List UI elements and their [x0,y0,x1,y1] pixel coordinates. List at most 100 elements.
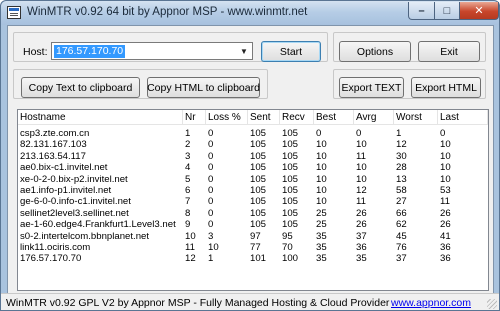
close-button[interactable]: ✕ [459,2,499,20]
table-cell: 45 [396,230,407,242]
table-row[interactable]: ae1.info-p1.invitel.net 6 0 105 105 10 12 58 53 [18,185,488,197]
maximize-button[interactable]: □ [434,2,460,20]
table-cell: 10 [316,150,327,162]
column-header[interactable]: Hostname [18,110,183,125]
table-row[interactable]: link11.ociris.com 11 10 77 70 35 36 76 36 [18,242,488,254]
table-cell: 213.163.54.117 [20,150,86,162]
table-cell: xe-0-2-0.bix-p2.invitel.net [20,173,128,185]
exit-button[interactable]: Exit [418,41,480,62]
table-cell: 105 [282,128,299,139]
table-cell: 58 [396,185,407,196]
copy-html-button[interactable]: Copy HTML to clipboard [147,77,260,98]
table-cell: 35 [316,242,327,253]
table-cell: 1 [208,253,214,265]
table-cell: 10 [356,139,367,151]
table-cell: 36 [356,242,367,253]
table-cell: 12 [185,253,196,265]
table-cell: 12 [356,185,367,196]
table-cell: 10 [440,173,451,185]
host-input-value[interactable]: 176.57.170.70 [54,45,126,58]
table-row[interactable]: xe-0-2-0.bix-p2.invitel.net 5 0 105 105 10 10 1… [18,174,488,186]
column-header[interactable]: Avrg [354,110,394,125]
table-cell: 105 [282,196,299,208]
table-row[interactable]: s0-2.intertelcom.bbnplanet.net 10 3 97 95 35 3… [18,231,488,243]
table-cell: 0 [208,196,214,208]
table-cell: 10 [316,185,327,196]
appnor-link[interactable]: www.appnor.com [391,297,471,309]
table-cell: 66 [396,207,407,219]
table-row[interactable]: 82.131.167.103 2 0 105 105 10 10 12 10 [18,139,488,151]
table-cell: 25 [316,207,327,219]
table-cell: 7 [185,196,191,208]
start-button[interactable]: Start [261,41,321,62]
host-combobox[interactable]: 176.57.170.70 ▼ [51,42,253,60]
table-cell: 26 [440,207,451,219]
column-header[interactable]: Last [438,110,488,125]
column-header[interactable]: Sent [248,110,280,125]
close-icon: ✕ [474,5,484,17]
table-cell: 10 [316,162,327,174]
table-row[interactable]: ae-1-60.edge4.Frankfurt1.Level3.net 9 0 105… [18,219,488,231]
options-button[interactable]: Options [339,41,411,62]
minimize-button[interactable]: – [408,2,435,20]
table-cell: 13 [396,173,407,185]
table-cell: 105 [282,173,299,185]
table-cell: 6 [185,185,191,196]
table-cell: 62 [396,219,407,231]
table-cell: 10 [316,196,327,208]
table-row[interactable]: sellinet2level3.sellinet.net 8 0 105 105 25 26… [18,208,488,220]
table-cell: ae1.info-p1.invitel.net [20,185,112,196]
table-cell: s0-2.intertelcom.bbnplanet.net [20,230,150,242]
table-cell: 105 [282,185,299,196]
table-cell: 30 [396,150,407,162]
table-row[interactable]: 213.163.54.117 3 0 105 105 10 11 30 10 [18,151,488,163]
title-bar[interactable]: WinMTR v0.92 64 bit by Appnor MSP - www.… [1,1,499,25]
export-html-button[interactable]: Export HTML [411,77,481,98]
table-cell: 0 [208,128,214,139]
maximize-icon: □ [443,4,451,17]
table-cell: 105 [282,219,299,231]
table-cell: 10 [316,139,327,151]
table-cell: 70 [282,242,293,253]
column-header[interactable]: Loss % [206,110,248,125]
table-cell: 97 [250,230,261,242]
table-cell: 105 [282,162,299,174]
resize-grip-icon[interactable] [487,299,497,309]
table-row[interactable]: csp3.zte.com.cn 1 0 105 105 0 0 1 0 [18,128,488,140]
column-header[interactable]: Best [314,110,354,125]
table-cell: 9 [185,219,191,231]
column-header[interactable]: Nr [183,110,206,125]
table-cell: 100 [282,253,299,265]
host-label: Host: [23,46,48,58]
table-cell: 105 [250,162,267,174]
column-header[interactable]: Recv [280,110,314,125]
table-cell: 11 [356,196,366,208]
column-header[interactable]: Worst [394,110,438,125]
export-text-button[interactable]: Export TEXT [339,77,404,98]
copy-text-button[interactable]: Copy Text to clipboard [21,77,140,98]
table-cell: 10 [440,150,451,162]
table-cell: 0 [208,185,214,196]
table-cell: 0 [356,128,362,139]
table-cell: 10 [356,162,367,174]
table-cell: 105 [250,207,267,219]
table-row[interactable]: 176.57.170.70 12 1 101 100 35 35 37 36 [18,253,488,265]
table-row[interactable]: ge-6-0-0.info-c1.invitel.net 7 0 105 105 10 11… [18,196,488,208]
table-cell: sellinet2level3.sellinet.net [20,207,129,219]
table-cell: 105 [250,185,267,196]
table-cell: 25 [316,219,327,231]
table-cell: 36 [440,253,451,265]
table-cell: ae-1-60.edge4.Frankfurt1.Level3.net [20,219,176,231]
table-row[interactable]: ae0.bix-c1.invitel.net 4 0 105 105 10 10 28 10 [18,162,488,174]
table-cell: 28 [396,162,407,174]
table-cell: 35 [316,230,327,242]
chevron-down-icon[interactable]: ▼ [236,43,252,59]
results-table[interactable]: Hostname Nr Loss % Sent Recv Best Avrg Worst Las… [17,109,489,291]
table-cell: ae0.bix-c1.invitel.net [20,162,108,174]
table-cell: 77 [250,242,261,253]
table-cell: 35 [316,253,327,265]
window-title: WinMTR v0.92 64 bit by Appnor MSP - www.… [27,6,308,18]
table-cell: 176.57.170.70 [20,253,82,265]
status-bar: WinMTR v0.92 GPL V2 by Appnor MSP - Full… [1,293,499,310]
table-cell: 105 [282,150,299,162]
